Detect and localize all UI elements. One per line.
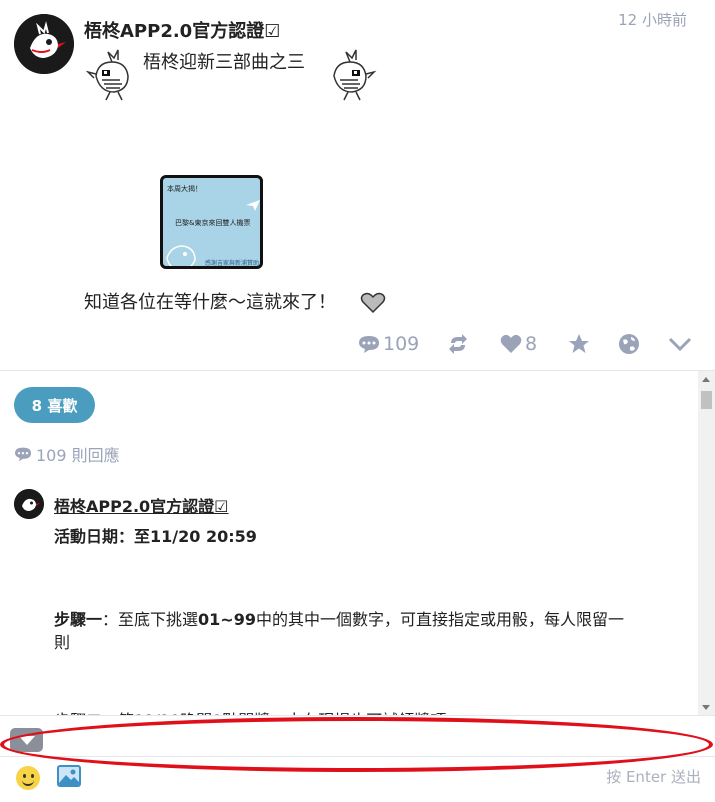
like-count: 8 [525, 333, 538, 355]
avatar-bird-icon [14, 14, 74, 74]
comment-bubble-icon [15, 447, 31, 462]
pixel-heart-icon [360, 292, 386, 314]
comment-author-avatar[interactable] [14, 489, 44, 519]
emoji-button[interactable] [16, 766, 40, 790]
chevron-down-icon [668, 337, 692, 352]
pixel-bird-left-icon [86, 49, 129, 101]
heart-icon [500, 334, 522, 353]
expand-toggle-button[interactable] [10, 728, 43, 752]
post-body-text: 知道各位在等什麼～這就來了！ [84, 292, 336, 313]
step1-text: ：至底下挑選 [102, 610, 199, 629]
post-title: 梧柊迎新三部曲之三 [143, 52, 305, 73]
reply-count-label: 109 則回應 [36, 446, 120, 465]
likes-pill-button[interactable]: 8 喜歡 [14, 387, 95, 423]
post-card: 梧柊APP2.0官方認證☑ 12 小時前 梧柊迎新三部曲之三 本周大揭！ 巴黎&… [0, 0, 715, 370]
image-icon [59, 769, 79, 785]
comment-count: 109 [383, 333, 420, 355]
enter-to-send-hint: 按 Enter 送出 [606, 768, 701, 786]
comment-action-button[interactable]: 109 [358, 328, 419, 360]
comments-panel[interactable]: 8 喜歡 109 則回應 梧柊APP2.0官方認證☑ 活動日期：至11/20 2… [0, 370, 715, 715]
comment-step2-partial: 步驟二：第11/20晚間9點開獎，未在現場也可試領獎項 [54, 707, 446, 715]
more-options-button[interactable] [668, 328, 692, 360]
globe-visibility-button[interactable] [618, 328, 640, 360]
post-author[interactable]: 梧柊APP2.0官方認證☑ [84, 17, 280, 43]
post-timestamp: 12 小時前 [618, 11, 687, 29]
share-repost-button[interactable] [447, 328, 469, 360]
comments-scrollbar[interactable] [698, 371, 715, 715]
reply-input-bar [0, 715, 715, 757]
avatar-bird-icon [14, 489, 44, 519]
scroll-down-arrow[interactable] [702, 705, 710, 710]
step1-bold: 01~99 [198, 610, 256, 629]
scroll-up-arrow[interactable] [702, 377, 710, 382]
comment-event-date: 活動日期：至11/20 20:59 [54, 527, 257, 546]
image-upload-button[interactable] [57, 765, 81, 787]
scroll-thumb[interactable] [701, 391, 712, 409]
step1-label: 步驟一 [54, 610, 103, 629]
star-icon [569, 334, 589, 353]
globe-icon [619, 334, 639, 354]
pixel-bird-right-icon [333, 49, 377, 101]
thumb-line1: 本周大揭！ [167, 185, 202, 193]
thumb-bird-icon [166, 245, 196, 266]
post-image-thumbnail[interactable]: 本周大揭！ 巴黎&東京來回雙人機票 感謝吉家與新浦贊助 [160, 175, 263, 269]
author-avatar[interactable] [14, 14, 74, 74]
step1-rest: 中的其中一個數字，可直接指定或用骰，每人限留一 [255, 610, 624, 629]
reply-footer: 按 Enter 送出 [0, 757, 715, 802]
comment-author[interactable]: 梧柊APP2.0官方認證☑ [54, 493, 229, 517]
like-action-button[interactable]: 8 [500, 328, 537, 360]
repost-icon [449, 334, 467, 354]
comment-bubble-icon [359, 336, 379, 353]
thumb-line2: 巴黎&東京來回雙人機票 [175, 219, 251, 227]
reply-input[interactable] [52, 722, 692, 752]
post-action-bar: 109 8 [0, 328, 715, 360]
reply-count: 109 則回應 [14, 442, 120, 466]
comment-step1: 步驟一：至底下挑選01~99中的其中一個數字，可直接指定或用骰，每人限留一 [54, 606, 624, 630]
favorite-button[interactable] [568, 328, 590, 360]
comment-step1-wrap: 則 [54, 633, 71, 652]
thumb-plane-icon [246, 200, 260, 211]
thumb-line3: 感謝吉家與新浦贊助 [205, 260, 260, 267]
